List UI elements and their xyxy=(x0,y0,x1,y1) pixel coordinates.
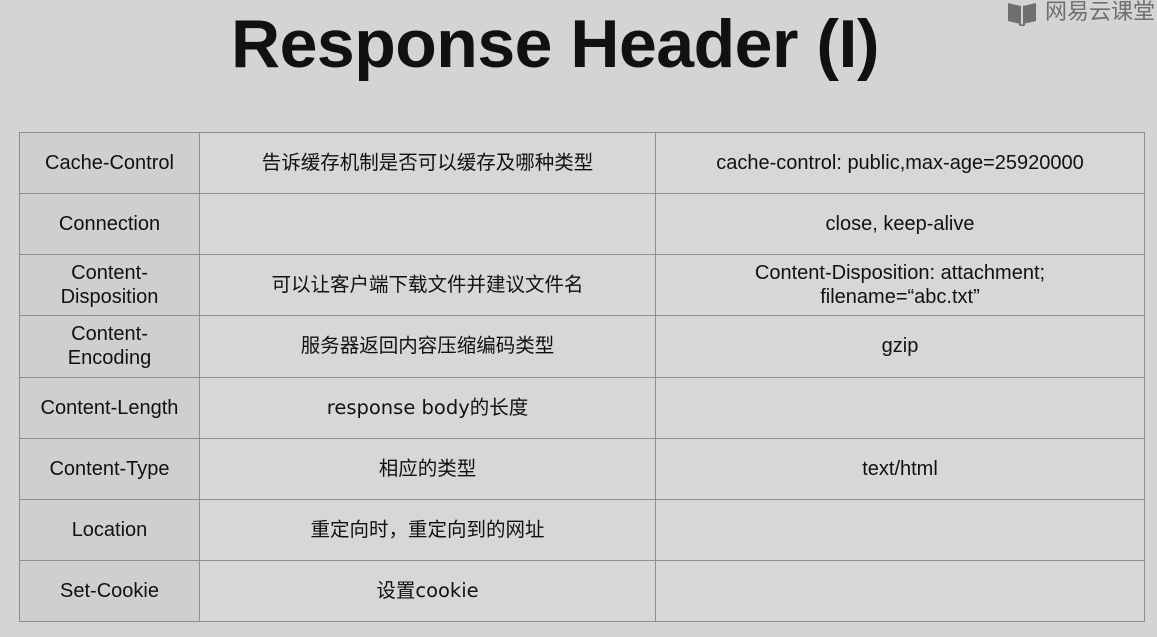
table-row: Content-Type 相应的类型 text/html xyxy=(19,437,1145,500)
example-cell: cache-control: public,max-age=25920000 xyxy=(655,131,1145,195)
header-name-cell: Content-Type xyxy=(19,437,200,500)
table-row: Content-Length response body的长度 xyxy=(19,376,1145,439)
slide-title: Response Header (I) xyxy=(230,6,880,82)
header-name-cell: Content- Encoding xyxy=(19,315,200,378)
example-cell xyxy=(655,559,1145,623)
table-row: Content- Encoding 服务器返回内容压缩编码类型 gzip xyxy=(19,315,1145,378)
book-logo-icon xyxy=(1005,0,1039,26)
header-name-cell: Set-Cookie xyxy=(19,559,200,623)
watermark-text: 网易云课堂 xyxy=(1044,0,1155,25)
table-row: Location 重定向时，重定向到的网址 xyxy=(19,498,1145,561)
example-cell: Content-Disposition: attachment; filenam… xyxy=(655,254,1145,317)
example-cell xyxy=(655,376,1145,439)
header-name-cell: Content- Disposition xyxy=(19,254,200,317)
example-cell xyxy=(655,498,1145,561)
table-row: Cache-Control 告诉缓存机制是否可以缓存及哪种类型 cache-cont… xyxy=(19,131,1145,195)
description-cell: 告诉缓存机制是否可以缓存及哪种类型 xyxy=(199,131,656,195)
description-cell: 可以让客户端下载文件并建议文件名 xyxy=(199,254,656,317)
table-row: Connection close, keep-alive xyxy=(19,193,1145,256)
header-name-cell: Content-Length xyxy=(19,376,200,439)
description-cell xyxy=(199,193,656,256)
example-cell: gzip xyxy=(655,315,1145,378)
header-name-cell: Connection xyxy=(19,193,200,256)
response-header-table: Cache-Control 告诉缓存机制是否可以缓存及哪种类型 cache-cont… xyxy=(19,131,1145,623)
watermark: 网易云课堂 xyxy=(1005,0,1157,26)
header-name-cell: Cache-Control xyxy=(19,131,200,195)
description-cell: response body的长度 xyxy=(199,376,656,439)
example-cell: text/html xyxy=(655,437,1145,500)
description-cell: 相应的类型 xyxy=(199,437,656,500)
description-cell: 服务器返回内容压缩编码类型 xyxy=(199,315,656,378)
table-row: Set-Cookie 设置cookie xyxy=(19,559,1145,623)
header-name-cell: Location xyxy=(19,498,200,561)
example-cell: close, keep-alive xyxy=(655,193,1145,256)
table-row: Content- Disposition 可以让客户端下载文件并建议文件名 Cont… xyxy=(19,254,1145,317)
description-cell: 设置cookie xyxy=(199,559,656,623)
description-cell: 重定向时，重定向到的网址 xyxy=(199,498,656,561)
